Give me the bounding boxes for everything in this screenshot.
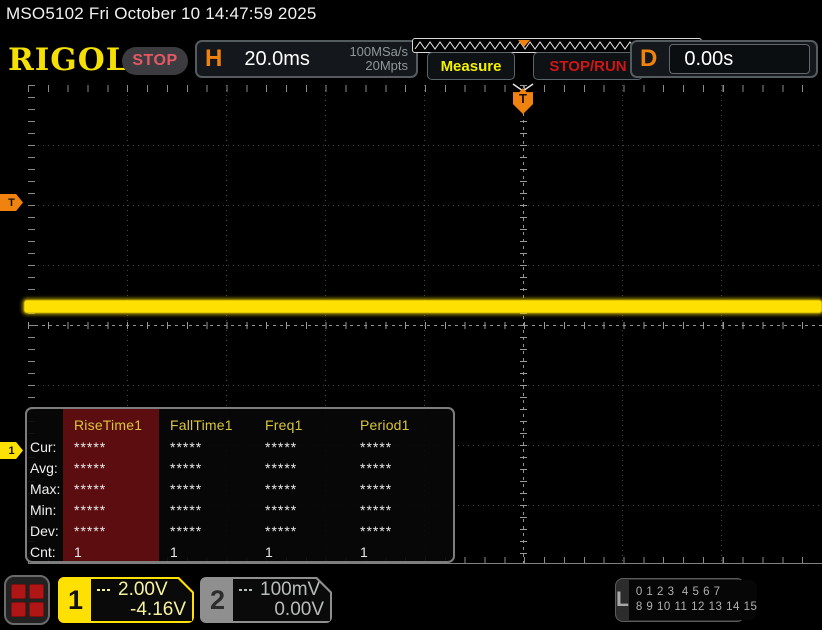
measure-column-risetime[interactable]: RiseTime1 [70,417,166,433]
gridline [28,385,822,386]
center-horizontal-ticks [28,322,822,329]
overview-position-marker-icon[interactable] [518,40,530,47]
cell-value: ***** [261,523,356,539]
cell-value: ***** [356,502,453,518]
row-label: Max: [30,481,70,497]
cell-value: 1 [166,544,261,560]
cell-value: ***** [356,439,453,455]
cell-value: 1 [70,544,166,560]
h-label: H [205,45,222,73]
table-row: Dev: ***** ***** ***** ***** [27,520,453,541]
cell-value: ***** [261,460,356,476]
measure-column-period[interactable]: Period1 [356,417,453,433]
cell-value: ***** [166,502,261,518]
cell-value: ***** [70,481,166,497]
gridline [28,265,822,266]
table-row: Min: ***** ***** ***** ***** [27,499,453,520]
gridline [28,205,822,206]
cell-value: ***** [356,460,453,476]
row-label: Dev: [30,523,70,539]
cell-value: 1 [261,544,356,560]
cell-value: ***** [166,439,261,455]
gridline [28,145,822,146]
cell-value: ***** [356,523,453,539]
channel1-waveform-trace [24,300,822,313]
red-square-icon [29,584,44,599]
delay-panel[interactable]: D 0.00s [630,40,818,78]
top-edge-ticks [28,85,822,92]
cell-value: ***** [261,502,356,518]
horizontal-timebase-panel[interactable]: H 20.0ms 100MSa/s 20Mpts [195,40,418,78]
d-label: D [640,45,657,73]
dc-coupling-icon [239,589,254,591]
cell-value: ***** [261,481,356,497]
cell-value: ***** [261,439,356,455]
channel2-offset: 0.00V [239,600,324,620]
row-label: Min: [30,502,70,518]
oscilloscope-screen: MSO5102 Fri October 10 14:47:59 2025 RIG… [0,0,822,630]
sample-rate-and-depth: 100MSa/s 20Mpts [349,45,408,73]
cell-value: ***** [70,523,166,539]
cell-value: 1 [356,544,453,560]
cell-value: ***** [166,523,261,539]
run-state-badge: STOP [122,47,188,75]
channel1-number: 1 [60,579,91,621]
digital-channel-list: 0 1 2 3 4 5 6 7 8 9 10 11 12 13 14 15 [629,580,758,620]
dc-coupling-icon [97,589,112,591]
table-row: Avg: ***** ***** ***** ***** [27,457,453,478]
timebase-value: 20.0ms [244,48,310,71]
cell-value: ***** [356,481,453,497]
quick-menu-button[interactable] [4,575,50,625]
logic-analyzer-label: L [616,588,629,612]
channel1-badge[interactable]: 1 2.00V -4.16V [58,577,194,623]
measure-column-falltime[interactable]: FallTime1 [166,417,261,433]
measure-button[interactable]: Measure [427,52,515,80]
channel2-number: 2 [202,579,233,621]
cell-value: ***** [70,439,166,455]
measurement-results-panel[interactable]: RiseTime1 FallTime1 Freq1 Period1 Cur: *… [25,407,455,563]
cell-value: ***** [166,481,261,497]
row-label: Cur: [30,439,70,455]
measure-column-freq[interactable]: Freq1 [261,417,356,433]
red-square-icon [11,602,26,617]
rigol-logo: RIGOL [8,42,129,78]
sample-rate: 100MSa/s [349,44,408,59]
digital-channels-row2: 8 9 10 11 12 13 14 15 [636,600,758,615]
titlebar-model-and-datetime: MSO5102 Fri October 10 14:47:59 2025 [6,4,317,24]
red-square-icon [29,602,44,617]
digital-channels-row1: 0 1 2 3 4 5 6 7 [636,585,758,600]
channel2-scale: 100mV [260,580,320,600]
cell-value: ***** [166,460,261,476]
channel2-badge[interactable]: 2 100mV 0.00V [200,577,332,623]
logic-analyzer-badge[interactable]: L 0 1 2 3 4 5 6 7 8 9 10 11 12 13 14 15 [615,578,745,622]
cell-value: ***** [70,460,166,476]
bottom-edge-line [28,563,822,564]
table-row: Max: ***** ***** ***** ***** [27,478,453,499]
channel1-scale: 2.00V [118,580,168,600]
channel1-offset: -4.16V [97,600,186,620]
red-square-icon [11,584,26,599]
cell-value: ***** [70,502,166,518]
table-row: Cur: ***** ***** ***** ***** [27,436,453,457]
table-row: Cnt: 1 1 1 1 [27,541,453,562]
row-label: Cnt: [30,544,70,560]
memory-depth: 20Mpts [365,58,408,73]
delay-value: 0.00s [669,44,810,74]
row-label: Avg: [30,460,70,476]
stop-run-button[interactable]: STOP/RUN [533,52,643,80]
